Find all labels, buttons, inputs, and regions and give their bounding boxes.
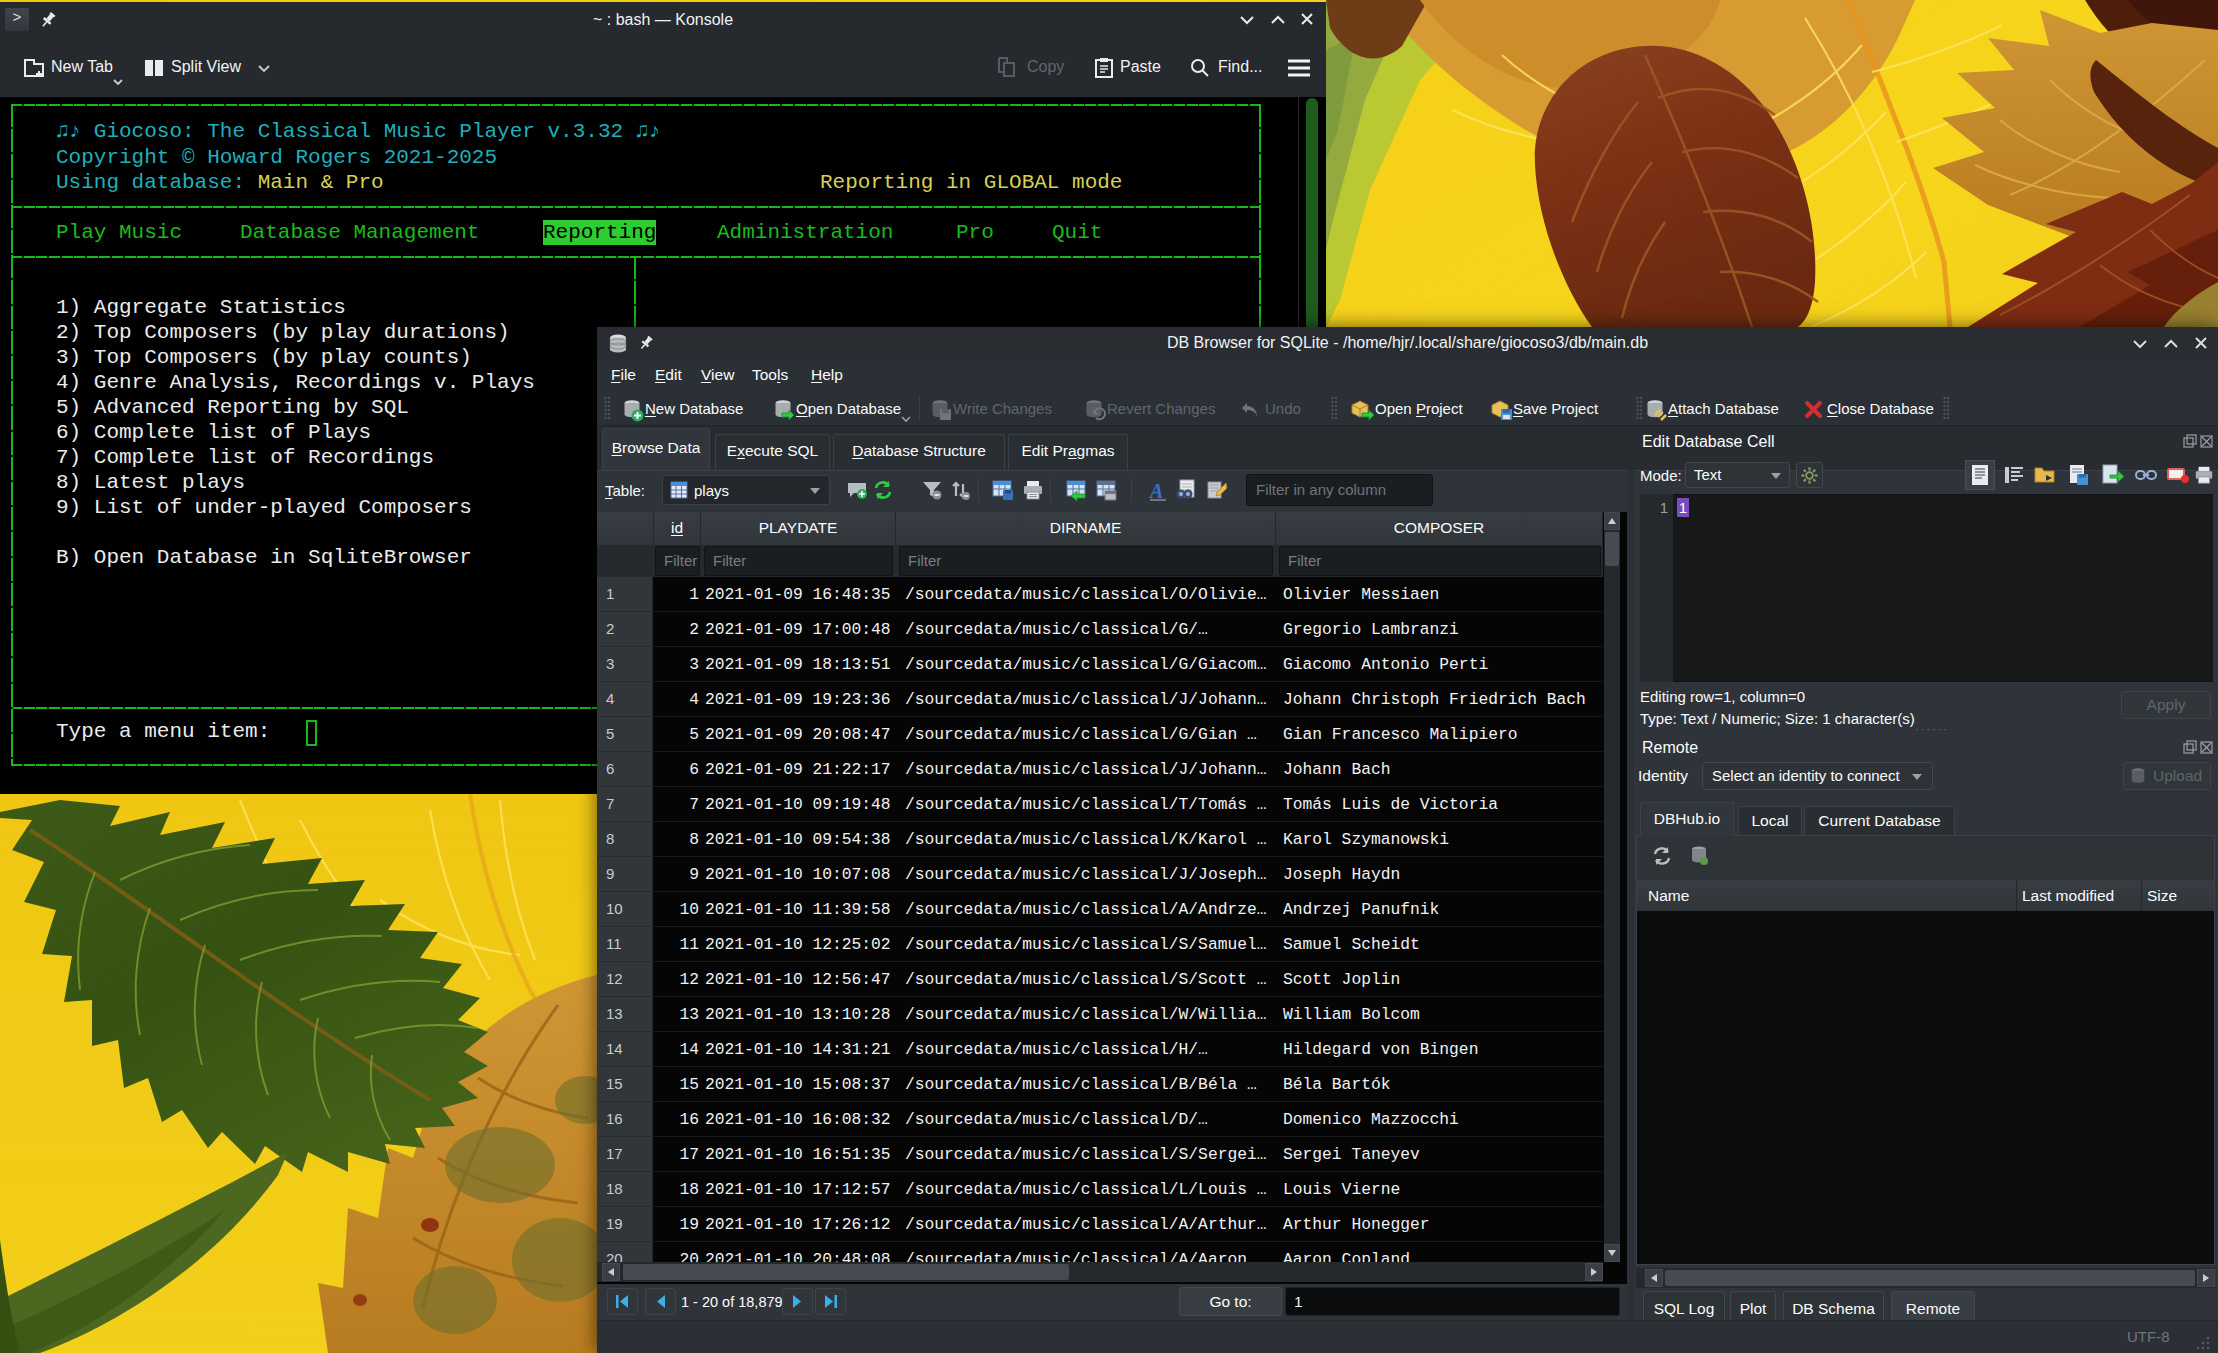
svg-text:A: A [1148, 480, 1163, 502]
